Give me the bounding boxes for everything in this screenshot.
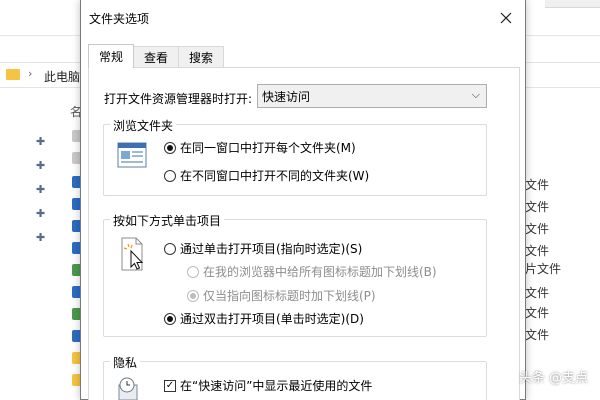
file-type-label: 文件 xyxy=(525,244,550,258)
radio-label: 通过双击打开项目(单击时选定)(D) xyxy=(180,312,364,326)
watermark: 头条 @支点 xyxy=(518,371,588,386)
chevron-right-icon: › xyxy=(28,67,33,80)
folder-options-dialog: 文件夹选项 常规 查看 搜索 打开文件资源管理器时打开: 快速访问 ⌵ 浏览文件… xyxy=(80,0,526,400)
file-type-label: 文件 xyxy=(525,178,550,192)
file-type-label: 文件 xyxy=(525,328,550,342)
click-items-title: 按如下方式单击项目 xyxy=(110,212,225,229)
radio-label: 在不同窗口中打开不同的文件夹(W) xyxy=(180,169,370,183)
radio-indicator xyxy=(187,289,199,302)
browse-folders-title: 浏览文件夹 xyxy=(110,117,177,134)
pin-icon: ✚ xyxy=(36,135,46,148)
checkbox-indicator: ✓ xyxy=(164,379,176,392)
checkbox-show-recent-files[interactable]: ✓ 在“快速访问”中显示最近使用的文件 xyxy=(164,377,372,394)
radio-same-window[interactable]: 在同一窗口中打开每个文件夹(M) xyxy=(164,139,356,156)
open-explorer-label: 打开文件资源管理器时打开: xyxy=(104,92,253,106)
open-explorer-select[interactable]: 快速访问 ⌵ xyxy=(257,84,487,108)
browse-folders-group: 浏览文件夹 xyxy=(103,117,487,196)
radio-indicator xyxy=(187,265,199,278)
dialog-titlebar[interactable]: 文件夹选项 xyxy=(81,0,525,36)
open-explorer-value: 快速访问 xyxy=(262,89,311,104)
address-text: 此电脑 xyxy=(44,70,81,84)
radio-indicator xyxy=(164,169,176,182)
radio-double-click[interactable]: 通过双击打开项目(单击时选定)(D) xyxy=(164,310,364,327)
tab-view[interactable]: 查看 xyxy=(133,46,180,68)
file-type-label: 文件 xyxy=(525,286,550,300)
close-icon xyxy=(500,12,512,24)
ribbon-button[interactable] xyxy=(545,0,600,8)
pin-icon: ✚ xyxy=(36,159,46,172)
file-type-label: 文件 xyxy=(525,222,550,236)
file-type-label: 文件 xyxy=(525,306,550,320)
tab-strip: 常规 查看 搜索 xyxy=(88,44,225,68)
radio-indicator xyxy=(164,312,176,325)
radio-label: 在我的浏览器中给所有图标标题加下划线(B) xyxy=(203,265,437,279)
chevron-down-icon: ⌵ xyxy=(471,88,480,101)
radio-underline-hover[interactable]: 仅当指向图标标题时加下划线(P) xyxy=(187,287,376,304)
radio-label: 仅当指向图标标题时加下划线(P) xyxy=(203,289,376,303)
dialog-title: 文件夹选项 xyxy=(89,12,150,26)
privacy-icon xyxy=(117,377,145,400)
pin-icon: ✚ xyxy=(36,183,46,196)
privacy-title: 隐私 xyxy=(110,354,141,371)
checkbox-label: 在“快速访问”中显示最近使用的文件 xyxy=(180,379,373,393)
file-type-label: 文件 xyxy=(525,200,550,214)
radio-underline-all[interactable]: 在我的浏览器中给所有图标标题加下划线(B) xyxy=(187,263,437,280)
radio-label: 在同一窗口中打开每个文件夹(M) xyxy=(180,141,356,155)
file-type-label: 片文件 xyxy=(525,262,562,276)
close-button[interactable] xyxy=(493,6,519,30)
pin-icon: ✚ xyxy=(36,207,46,220)
radio-single-click[interactable]: 通过单击打开项目(指向时选定)(S) xyxy=(164,240,362,257)
browse-folders-icon xyxy=(117,142,147,171)
click-items-icon xyxy=(119,237,149,276)
tab-general[interactable]: 常规 xyxy=(88,44,135,68)
radio-indicator xyxy=(164,141,176,154)
pin-icon: ✚ xyxy=(36,231,46,244)
folder-icon xyxy=(6,69,20,80)
radio-label: 通过单击打开项目(指向时选定)(S) xyxy=(180,242,363,256)
radio-different-window[interactable]: 在不同窗口中打开不同的文件夹(W) xyxy=(164,167,369,184)
radio-indicator xyxy=(164,242,176,255)
tab-search[interactable]: 搜索 xyxy=(178,46,225,68)
